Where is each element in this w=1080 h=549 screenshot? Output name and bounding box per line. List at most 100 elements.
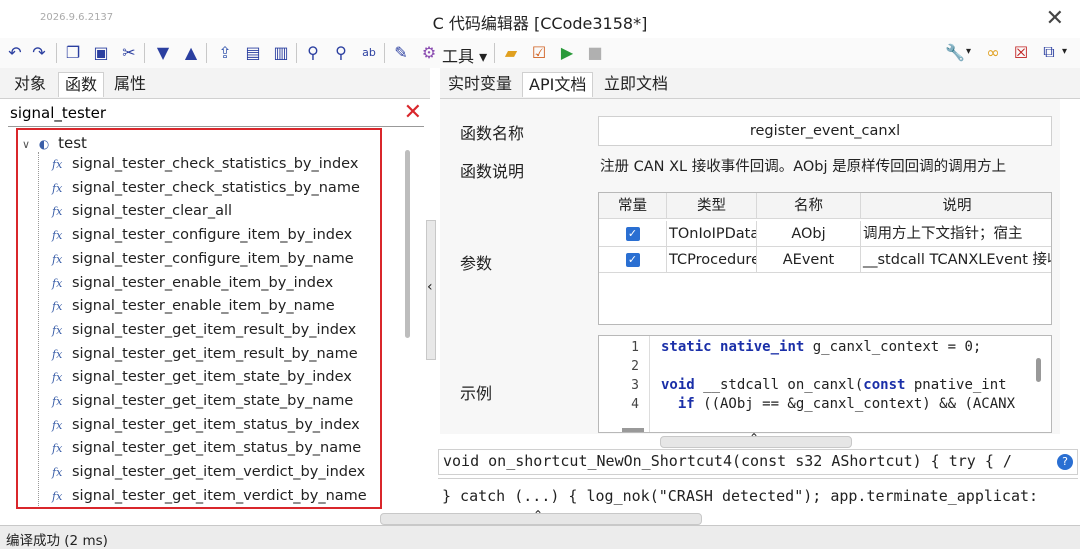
redo-icon[interactable]: ↷ bbox=[28, 41, 50, 63]
close-window-icon[interactable]: ☒ bbox=[1010, 41, 1032, 63]
left-scrollbar[interactable] bbox=[405, 150, 410, 338]
tree-item-label: signal_tester_enable_item_by_name bbox=[72, 298, 335, 315]
line-number: 3 bbox=[631, 378, 639, 393]
stop-icon[interactable]: ■ bbox=[584, 41, 606, 63]
collapse-editor-handle[interactable]: ⌃ bbox=[380, 508, 702, 525]
chevron-up-icon[interactable]: ⌃ bbox=[533, 508, 543, 522]
find-icon[interactable]: ⚲ bbox=[302, 41, 324, 63]
func-desc-field[interactable]: 注册 CAN XL 接收事件回调。AObj 是原样传回回调的调用方上 bbox=[598, 153, 1052, 183]
run-icon[interactable]: ▶ bbox=[556, 41, 578, 63]
tree-item-function[interactable]: fx signal_tester_get_item_status_by_index bbox=[52, 417, 360, 433]
line-number: 2 bbox=[631, 359, 639, 374]
checkbox-checked-icon[interactable]: ✓ bbox=[625, 253, 640, 267]
tree-item-function[interactable]: fx signal_tester_check_statistics_by_inde… bbox=[52, 156, 358, 172]
collapse-doc-handle[interactable]: ⌃ bbox=[660, 431, 852, 448]
function-icon: fx bbox=[52, 252, 63, 266]
replace-icon[interactable]: ab bbox=[358, 41, 380, 63]
tree-item-label: signal_tester_get_item_state_by_index bbox=[72, 369, 352, 386]
tab-api-docs[interactable]: API文档 bbox=[522, 72, 594, 97]
tree-root[interactable]: ∨ ◐ test bbox=[22, 134, 87, 152]
tab-functions[interactable]: 函数 bbox=[58, 72, 105, 97]
chevron-up-icon[interactable]: ⌃ bbox=[749, 431, 759, 445]
params-header-desc: 说明 bbox=[861, 193, 1051, 219]
tree-item-function[interactable]: fx signal_tester_check_statistics_by_name bbox=[52, 180, 360, 196]
tree-item-function[interactable]: fx signal_tester_get_item_result_by_name bbox=[52, 346, 358, 362]
param-row-1-const[interactable]: ✓ bbox=[599, 247, 667, 273]
gear-icon[interactable]: ⚙ bbox=[418, 41, 440, 63]
param-row-0-type: TOnIoIPData bbox=[667, 221, 757, 247]
code-vscrollbar[interactable] bbox=[1036, 358, 1041, 382]
tree-item-function[interactable]: fx signal_tester_get_item_state_by_name bbox=[52, 393, 353, 409]
chevron-down-icon[interactable]: ∨ bbox=[22, 138, 30, 151]
tree-item-label: signal_tester_get_item_status_by_index bbox=[72, 416, 360, 433]
shortcut-code-text: void on_shortcut_NewOn_Shortcut4(const s… bbox=[443, 452, 1012, 470]
tab-instant-docs[interactable]: 立即文档 bbox=[598, 72, 674, 96]
function-icon: fx bbox=[52, 418, 63, 432]
checklist-icon[interactable]: ☑ bbox=[528, 41, 550, 63]
tree-item-label: signal_tester_get_item_result_by_name bbox=[72, 345, 358, 362]
func-name-field[interactable]: register_event_canxl bbox=[598, 116, 1052, 146]
link-icon[interactable]: ∞ bbox=[982, 41, 1004, 63]
tree-item-function[interactable]: fx signal_tester_get_item_verdict_by_inde… bbox=[52, 464, 365, 480]
tree-root-label: test bbox=[58, 134, 87, 152]
tree-item-function[interactable]: fx signal_tester_configure_item_by_name bbox=[52, 251, 354, 267]
tree-item-function[interactable]: fx signal_tester_configure_item_by_index bbox=[52, 227, 352, 243]
tree-item-function[interactable]: fx signal_tester_get_item_state_by_index bbox=[52, 369, 352, 385]
tab-realtime-vars[interactable]: 实时变量 bbox=[442, 72, 518, 96]
line-number: 4 bbox=[631, 397, 639, 412]
close-icon[interactable]: ✕ bbox=[1046, 6, 1064, 31]
line-number: 1 bbox=[631, 340, 639, 355]
func-desc-label: 函数说明 bbox=[460, 162, 525, 181]
edit-icon[interactable]: ✎ bbox=[390, 41, 412, 63]
tree-item-function[interactable]: fx signal_tester_clear_all bbox=[52, 203, 232, 219]
left-tabbar: 对象 函数 属性 bbox=[0, 68, 430, 99]
tab-objects[interactable]: 对象 bbox=[8, 72, 52, 96]
example-label: 示例 bbox=[460, 384, 493, 403]
move-down-icon[interactable]: ▼ bbox=[152, 41, 174, 63]
undo-icon[interactable]: ↶ bbox=[4, 41, 26, 63]
module-icon: ◐ bbox=[38, 137, 50, 151]
title-bar: 2026.9.6.2137 C 代码编辑器 [CCode3158*] ✕ bbox=[0, 0, 1080, 38]
find-replace-icon[interactable]: ⚲ bbox=[330, 41, 352, 63]
status-text: 编译成功 (2 ms) bbox=[6, 533, 108, 549]
save-icon[interactable]: ▤ bbox=[242, 41, 264, 63]
tree-item-function[interactable]: fx signal_tester_get_item_result_by_index bbox=[52, 322, 356, 338]
search-input[interactable] bbox=[8, 102, 392, 124]
example-code-editor[interactable]: 1 2 3 4 static native_int g_canxl_contex… bbox=[598, 335, 1052, 433]
function-icon: fx bbox=[52, 371, 63, 385]
tree-item-function[interactable]: fx signal_tester_enable_item_by_index bbox=[52, 275, 333, 291]
code-line: void __stdcall on_canxl(const pnative_in… bbox=[661, 377, 1007, 393]
function-icon: fx bbox=[52, 205, 63, 219]
tree-item-function[interactable]: fx signal_tester_enable_item_by_name bbox=[52, 298, 335, 314]
params-table: 常量 类型 名称 说明 ✓ TOnIoIPData AObj 调用方上下文指针；… bbox=[598, 192, 1052, 325]
move-up-icon[interactable]: ▲ bbox=[180, 41, 202, 63]
shortcut-code-line[interactable]: void on_shortcut_NewOn_Shortcut4(const s… bbox=[438, 449, 1078, 475]
save-all-icon[interactable]: ▥ bbox=[270, 41, 292, 63]
copy-icon[interactable]: ❐ bbox=[62, 41, 84, 63]
param-row-1-name: AEvent bbox=[757, 247, 861, 273]
code-line: static native_int g_canxl_context = 0; bbox=[661, 339, 982, 355]
wrench-icon[interactable]: 🔧 bbox=[944, 41, 966, 63]
tools-menu[interactable]: 工具 ▾ bbox=[442, 43, 487, 67]
tree-item-function[interactable]: fx signal_tester_get_item_verdict_by_name bbox=[52, 488, 367, 504]
function-icon: fx bbox=[52, 489, 63, 503]
code-hscrollbar[interactable] bbox=[622, 428, 644, 432]
cut-icon[interactable]: ✂ bbox=[118, 41, 140, 63]
function-icon: fx bbox=[52, 276, 63, 290]
tab-properties[interactable]: 属性 bbox=[108, 72, 152, 96]
help-icon[interactable]: ? bbox=[1057, 454, 1073, 470]
params-header-const: 常量 bbox=[599, 193, 667, 219]
folder-icon[interactable]: ▰ bbox=[500, 41, 522, 63]
open-icon[interactable]: ⇪ bbox=[214, 41, 236, 63]
export-icon[interactable]: ⧉ bbox=[1038, 41, 1060, 63]
paste-icon[interactable]: ▣ bbox=[90, 41, 112, 63]
collapse-left-icon[interactable]: ‹ bbox=[427, 279, 433, 295]
params-header-name: 名称 bbox=[757, 193, 861, 219]
clear-search-icon[interactable]: ✕ bbox=[404, 100, 422, 125]
panel-splitter[interactable]: ‹ bbox=[426, 220, 436, 360]
tree-item-label: signal_tester_configure_item_by_index bbox=[72, 227, 353, 244]
checkbox-checked-icon[interactable]: ✓ bbox=[625, 227, 640, 241]
tree-item-function[interactable]: fx signal_tester_get_item_status_by_name bbox=[52, 440, 361, 456]
tree-item-label: signal_tester_get_item_status_by_name bbox=[72, 440, 362, 457]
param-row-0-const[interactable]: ✓ bbox=[599, 221, 667, 247]
